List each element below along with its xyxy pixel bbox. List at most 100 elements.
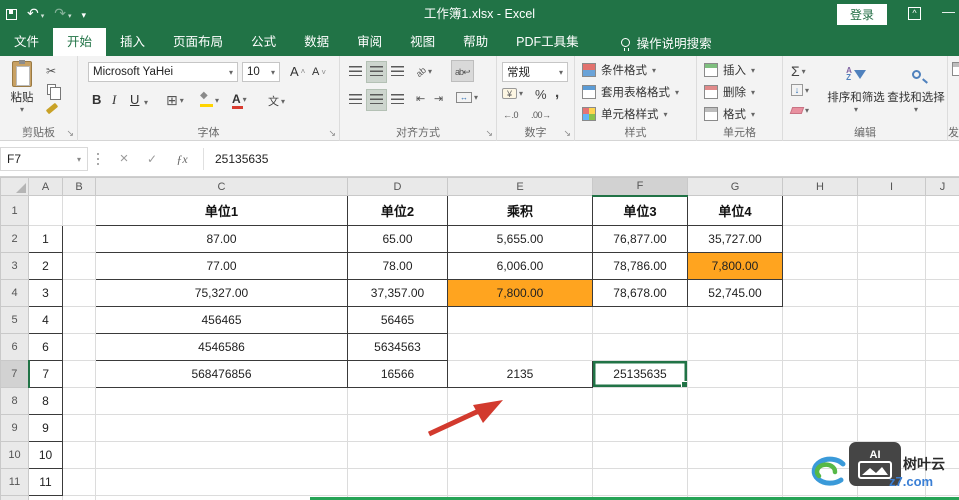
cell-B2[interactable]: [62, 225, 96, 253]
cell-G1[interactable]: 单位4: [687, 195, 783, 226]
cell-I3[interactable]: [857, 252, 926, 280]
cell-C1[interactable]: 单位1: [95, 195, 348, 226]
cell-I2[interactable]: [857, 225, 926, 253]
cell-I6[interactable]: [857, 333, 926, 361]
cell-H3[interactable]: [782, 252, 858, 280]
cell-C5[interactable]: 456465: [95, 306, 348, 334]
cell-J3[interactable]: [925, 252, 959, 280]
fill-color-button[interactable]: ▾: [200, 90, 219, 107]
cell-D1[interactable]: 单位2: [347, 195, 448, 226]
cell-F3[interactable]: 78,786.00: [592, 252, 688, 280]
underline-button[interactable]: U: [130, 92, 139, 107]
cell-D3[interactable]: 78.00: [347, 252, 448, 280]
cell-H4[interactable]: [782, 279, 858, 307]
tab-视图[interactable]: 视图: [396, 28, 449, 56]
cell-G2[interactable]: 35,727.00: [687, 225, 783, 253]
row-header-3[interactable]: 3: [0, 252, 29, 280]
copy-button[interactable]: [47, 84, 61, 100]
cell-F6[interactable]: [592, 333, 688, 361]
cells-item-2[interactable]: 删除 ▾: [704, 84, 755, 100]
name-box[interactable]: F7 ▾: [0, 147, 88, 171]
phonetic-button[interactable]: 文 ▾: [268, 93, 285, 109]
tab-审阅[interactable]: 审阅: [343, 28, 396, 56]
cell-H2[interactable]: [782, 225, 858, 253]
cell-A2[interactable]: 1: [28, 225, 63, 253]
cell-F7[interactable]: 25135635: [592, 360, 688, 388]
login-button[interactable]: 登录: [836, 4, 887, 25]
increase-indent-button[interactable]: [434, 92, 443, 105]
tab-页面布局[interactable]: 页面布局: [159, 28, 237, 56]
cell-J11[interactable]: [925, 468, 959, 496]
minimize-button[interactable]: —: [942, 4, 955, 19]
cell-F8[interactable]: [592, 387, 688, 415]
cell-D5[interactable]: 56465: [347, 306, 448, 334]
font-name-select[interactable]: Microsoft YaHei ▾: [88, 62, 238, 82]
cell-B4[interactable]: [62, 279, 96, 307]
ribbon-display-options-icon[interactable]: [908, 7, 921, 20]
cell-C11[interactable]: [95, 468, 348, 496]
cell-G9[interactable]: [687, 414, 783, 442]
cell-G7[interactable]: [687, 360, 783, 388]
cell-H7[interactable]: [782, 360, 858, 388]
decrease-decimal-button[interactable]: .00→: [531, 110, 551, 120]
cell-C8[interactable]: [95, 387, 348, 415]
column-header-A[interactable]: A: [28, 177, 63, 196]
tab-file[interactable]: 文件: [0, 28, 53, 56]
tab-数据[interactable]: 数据: [290, 28, 343, 56]
cell-J10[interactable]: [925, 441, 959, 469]
align-middle-button[interactable]: [366, 61, 387, 83]
cell-H5[interactable]: [782, 306, 858, 334]
orientation-button[interactable]: ▾: [416, 64, 432, 78]
cell-J2[interactable]: [925, 225, 959, 253]
cell-E8[interactable]: [447, 387, 593, 415]
cell-C7[interactable]: 568476856: [95, 360, 348, 388]
cell-C3[interactable]: 77.00: [95, 252, 348, 280]
italic-button[interactable]: I: [112, 92, 116, 108]
cell-F4[interactable]: 78,678.00: [592, 279, 688, 307]
cell-G6[interactable]: [687, 333, 783, 361]
cell-B12[interactable]: [62, 495, 96, 500]
format-painter-button[interactable]: [45, 102, 59, 115]
cell-D7[interactable]: 16566: [347, 360, 448, 388]
find-select-button[interactable]: 查找和选择 ▾: [887, 61, 945, 114]
insert-function-button[interactable]: [170, 147, 194, 171]
cell-B1[interactable]: [62, 195, 96, 226]
row-header-12[interactable]: 12: [0, 495, 29, 500]
clear-button[interactable]: ▾: [789, 106, 809, 115]
cell-B5[interactable]: [62, 306, 96, 334]
cell-A3[interactable]: 2: [28, 252, 63, 280]
dialog-launcher-icon[interactable]: [328, 128, 336, 139]
decrease-indent-button[interactable]: [416, 92, 425, 105]
cell-C6[interactable]: 4546586: [95, 333, 348, 361]
cell-D10[interactable]: [347, 441, 448, 469]
formula-bar-handle[interactable]: [97, 153, 99, 155]
cell-A9[interactable]: 9: [28, 414, 63, 442]
row-header-11[interactable]: 11: [0, 468, 29, 496]
column-header-E[interactable]: E: [447, 177, 593, 196]
cell-J7[interactable]: [925, 360, 959, 388]
tab-PDF工具集[interactable]: PDF工具集: [502, 28, 593, 56]
cell-E2[interactable]: 5,655.00: [447, 225, 593, 253]
cell-F1[interactable]: 单位3: [592, 195, 688, 226]
styles-item-2[interactable]: 套用表格格式 ▾: [582, 84, 679, 100]
cell-A11[interactable]: 11: [28, 468, 63, 496]
cell-E7[interactable]: 2135: [447, 360, 593, 388]
align-bottom-button[interactable]: [388, 62, 407, 82]
cell-A10[interactable]: 10: [28, 441, 63, 469]
cell-D9[interactable]: [347, 414, 448, 442]
autosum-button[interactable]: ▾: [791, 63, 806, 79]
cell-A6[interactable]: 6: [28, 333, 63, 361]
column-header-F[interactable]: F: [592, 177, 688, 197]
cell-C10[interactable]: [95, 441, 348, 469]
cell-G4[interactable]: 52,745.00: [687, 279, 783, 307]
cell-A1[interactable]: [28, 195, 63, 226]
cell-E3[interactable]: 6,006.00: [447, 252, 593, 280]
cell-C9[interactable]: [95, 414, 348, 442]
cell-I9[interactable]: [857, 414, 926, 442]
cell-F9[interactable]: [592, 414, 688, 442]
cell-E11[interactable]: [447, 468, 593, 496]
cell-J4[interactable]: [925, 279, 959, 307]
tab-开始[interactable]: 开始: [53, 28, 107, 56]
align-center-button[interactable]: [366, 89, 387, 111]
cell-D11[interactable]: [347, 468, 448, 496]
